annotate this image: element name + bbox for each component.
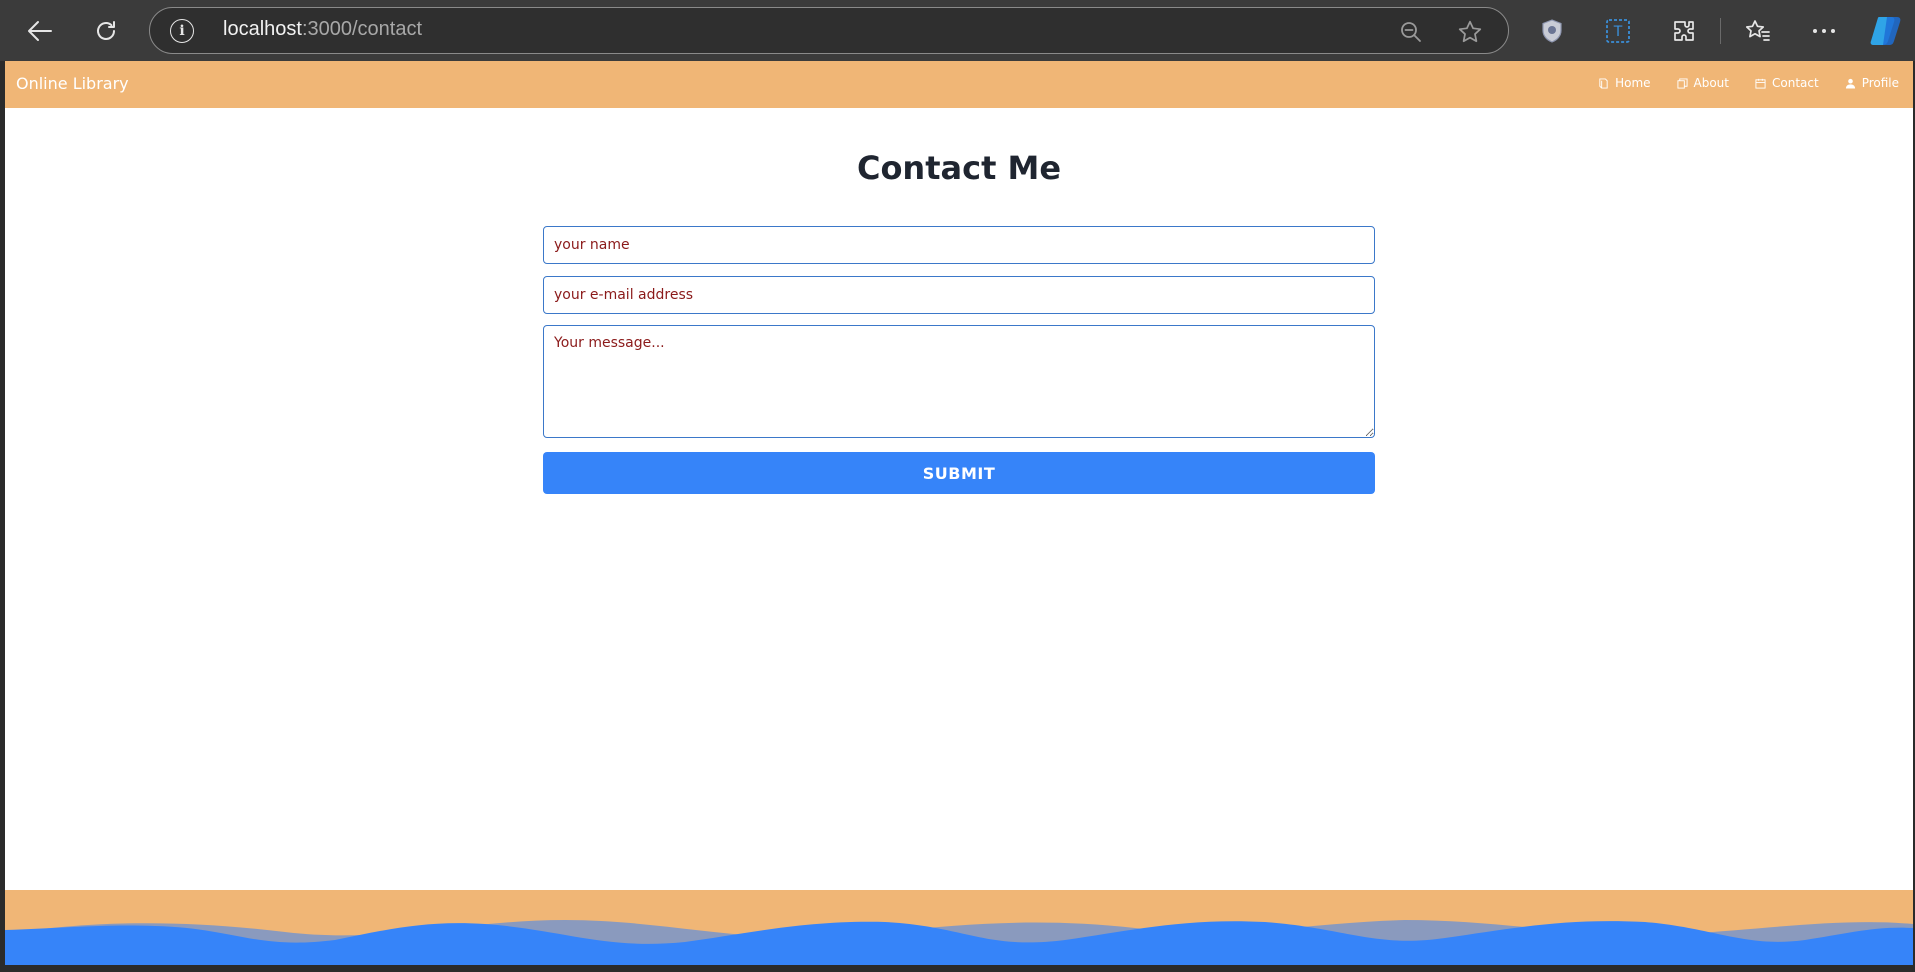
brand-link[interactable]: Online Library — [16, 74, 129, 93]
calendar-icon — [1755, 78, 1766, 89]
book-icon — [1599, 77, 1608, 89]
translate-icon[interactable]: T — [1600, 13, 1636, 49]
star-icon[interactable] — [1456, 18, 1484, 46]
nav-about-label: About — [1693, 76, 1729, 90]
nav-links: Home About Contact Profile — [1598, 76, 1899, 90]
name-input[interactable] — [543, 226, 1375, 264]
message-textarea[interactable] — [543, 325, 1375, 438]
nav-home-label: Home — [1615, 76, 1651, 90]
back-arrow-icon[interactable] — [22, 13, 58, 49]
extensions-icon[interactable] — [1666, 13, 1702, 49]
page-viewport: Online Library Home About Contact Profil… — [5, 61, 1913, 965]
url-path: :3000/contact — [301, 18, 423, 40]
nav-about[interactable]: About — [1676, 76, 1729, 90]
nav-contact-label: Contact — [1772, 76, 1819, 90]
info-icon[interactable]: i — [170, 19, 194, 43]
navbar: Online Library Home About Contact Profil… — [5, 61, 1913, 108]
footer — [5, 890, 1913, 965]
url-text: localhost:3000/contact — [223, 18, 422, 41]
browser-toolbar: i localhost:3000/contact T — [0, 0, 1915, 61]
address-bar[interactable]: i localhost:3000/contact — [149, 7, 1509, 54]
nav-home[interactable]: Home — [1598, 76, 1651, 90]
favorites-icon[interactable] — [1740, 13, 1776, 49]
refresh-icon[interactable] — [88, 13, 124, 49]
nav-contact[interactable]: Contact — [1755, 76, 1819, 90]
shield-icon[interactable] — [1534, 13, 1570, 49]
zoom-out-icon[interactable] — [1397, 18, 1425, 46]
page-title: Contact Me — [856, 149, 1062, 187]
svg-text:T: T — [1613, 24, 1623, 40]
email-input[interactable] — [543, 276, 1375, 314]
submit-button[interactable]: SUBMIT — [543, 452, 1375, 494]
nav-profile[interactable]: Profile — [1845, 76, 1899, 90]
url-host: localhost — [223, 18, 302, 40]
nav-profile-label: Profile — [1861, 76, 1899, 90]
pages-icon — [1676, 77, 1688, 89]
footer-wave — [5, 920, 1913, 965]
more-icon[interactable] — [1806, 13, 1842, 49]
copilot-icon[interactable] — [1868, 13, 1904, 49]
user-icon — [1845, 78, 1855, 89]
toolbar-divider — [1720, 18, 1721, 44]
